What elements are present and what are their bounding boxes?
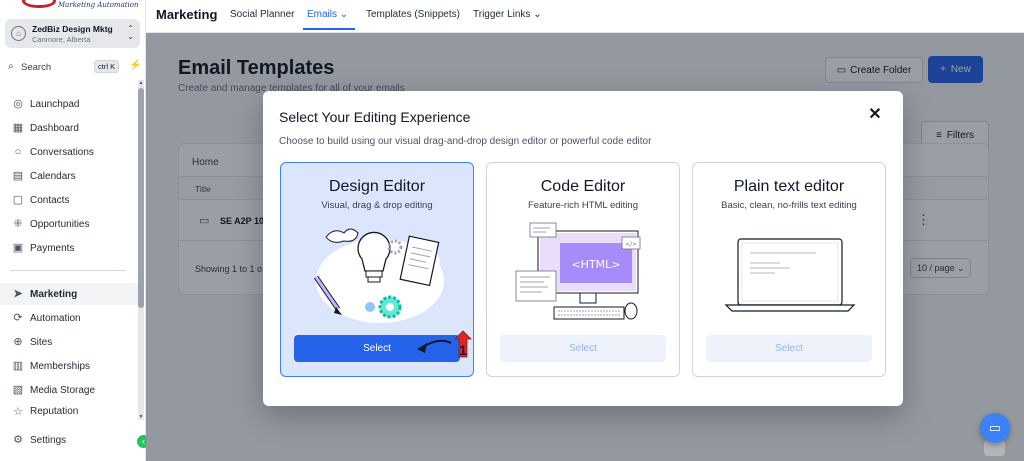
section-title: Marketing (156, 7, 218, 22)
step-annotation-arrow: 1 (417, 330, 472, 358)
sidebar-item-opportunities[interactable]: ⁜ Opportunities (0, 213, 138, 235)
tab-templates-snippets[interactable]: Templates (Snippets) (366, 9, 460, 20)
lightning-icon[interactable]: ⚡ (129, 60, 141, 71)
search-icon: ⌕ (8, 61, 14, 72)
sidebar-item-label: Calendars (30, 170, 76, 182)
chevron-updown-icon: ⌃ ⌄ (127, 24, 134, 41)
sidebar-item-label: Settings (30, 434, 67, 446)
memberships-icon: ▥ (12, 360, 24, 372)
sidebar-item-settings[interactable]: ⚙ Settings (0, 429, 138, 451)
sidebar-item-sites[interactable]: ⊕ Sites (0, 331, 138, 353)
scrollbar-thumb[interactable] (138, 88, 144, 308)
chevron-down-icon: ⌄ (339, 9, 349, 20)
svg-text:</>: </> (626, 241, 637, 248)
scroll-down-icon[interactable]: ▼ (138, 414, 144, 420)
chat-icon: ○ (14, 146, 22, 158)
sidebar-item-label: Memberships (30, 360, 91, 372)
rocket-icon: ◎ (13, 98, 23, 110)
sidebar-item-label: Conversations (30, 146, 94, 158)
search-shortcut-badge: ctrl K (94, 60, 120, 73)
brand-tagline: Marketing Automation (58, 1, 139, 9)
chevron-down-icon: ⌄ (533, 9, 542, 20)
sidebar-divider (10, 270, 126, 271)
code-editor-option[interactable]: Code Editor Feature-rich HTML editing <H… (486, 162, 680, 377)
payments-icon: ▣ (12, 242, 24, 254)
tab-emails-label: Emails (307, 9, 338, 20)
design-editor-illustration (313, 228, 444, 323)
code-editor-illustration: <HTML> </> (515, 222, 641, 320)
logo-swoosh-icon (22, 0, 56, 8)
sidebar-item-memberships[interactable]: ▥ Memberships (0, 355, 138, 377)
sidebar-item-label: Reputation (30, 406, 79, 417)
sites-icon: ⊕ (13, 336, 23, 348)
sidebar-item-label: Opportunities (30, 218, 90, 230)
sidebar-item-payments[interactable]: ▣ Payments (0, 237, 138, 259)
option-subtitle: Visual, drag & drop editing (321, 200, 433, 211)
sidebar-item-dashboard[interactable]: ▦ Dashboard (0, 117, 138, 139)
sidebar-item-contacts[interactable]: ▢ Contacts (0, 189, 138, 211)
sidebar-item-calendars[interactable]: ▤ Calendars (0, 165, 138, 187)
opportunities-icon: ⁜ (13, 218, 23, 230)
automation-icon: ⟳ (13, 312, 23, 324)
sidebar-item-label: Sites (30, 336, 53, 348)
modal-title: Select Your Editing Experience (279, 109, 471, 125)
sidebar-item-label: Marketing (30, 288, 78, 300)
tab-emails[interactable]: Emails ⌄ (307, 9, 348, 20)
top-nav: Marketing Social Planner Emails ⌄ Templa… (146, 0, 1024, 33)
sidebar-item-label: Automation (30, 312, 81, 324)
brand-logo: Marketing Automation (22, 0, 139, 12)
search-bar[interactable]: ⌕ Search ctrl K ⚡ (5, 59, 141, 75)
plain-text-editor-option[interactable]: Plain text editor Basic, clean, no-frill… (692, 162, 886, 377)
sidebar-item-conversations[interactable]: ○ Conversations (0, 141, 138, 163)
sidebar-item-marketing[interactable]: ➤ Marketing (0, 283, 138, 305)
search-placeholder: Search (21, 62, 52, 73)
modal-subtitle: Choose to build using our visual drag-an… (279, 136, 652, 147)
star-icon: ☆ (13, 406, 23, 418)
step-number: 1 (459, 342, 467, 358)
option-title: Design Editor (328, 178, 426, 195)
gear-icon: ⚙ (13, 434, 23, 446)
option-title: Code Editor (540, 178, 626, 195)
active-tab-indicator (303, 28, 355, 30)
plain-text-illustration (724, 238, 856, 312)
sidebar-scrollbar[interactable]: ▲ ▼ (138, 80, 144, 420)
chat-support-button[interactable]: ▭ (980, 413, 1010, 443)
code-editor-select-button[interactable]: Select (500, 335, 666, 362)
html-badge: <HTML> (571, 258, 620, 271)
option-subtitle: Basic, clean, no-frills text editing (721, 200, 857, 211)
sidebar-item-label: Media Storage (30, 384, 96, 396)
account-name: ZedBiz Design Mktg (32, 24, 113, 34)
scroll-up-icon[interactable]: ▲ (138, 80, 144, 86)
sidebar-item-automation[interactable]: ⟳ Automation (0, 307, 138, 329)
editor-select-modal: Select Your Editing Experience Choose to… (263, 91, 903, 406)
tab-trigger-links[interactable]: Trigger Links ⌄ (473, 9, 542, 20)
sidebar: Marketing Automation ⌂ ZedBiz Design Mkt… (0, 0, 146, 461)
media-icon: ▧ (12, 384, 24, 396)
tab-social-planner[interactable]: Social Planner (230, 9, 294, 20)
sidebar-item-label: Dashboard (30, 122, 79, 134)
contacts-icon: ▢ (12, 194, 24, 206)
account-switcher[interactable]: ⌂ ZedBiz Design Mktg Canmore, Alberta ⌃ ⌄ (5, 19, 140, 48)
option-subtitle: Feature-rich HTML editing (528, 200, 638, 211)
sidebar-item-launchpad[interactable]: ◎ Launchpad (0, 93, 138, 115)
plain-text-select-button[interactable]: Select (706, 335, 872, 362)
send-icon: ➤ (13, 288, 23, 300)
sidebar-item-label: Launchpad (30, 98, 80, 110)
calendar-icon: ▤ (12, 170, 24, 182)
option-title: Plain text editor (733, 178, 845, 195)
close-icon[interactable]: ✕ (867, 107, 883, 123)
account-location: Canmore, Alberta (32, 35, 91, 44)
grid-icon: ▦ (12, 122, 24, 134)
tab-trigger-links-label: Trigger Links (473, 9, 531, 20)
location-avatar-icon: ⌂ (11, 26, 26, 41)
sidebar-item-media-storage[interactable]: ▧ Media Storage (0, 379, 138, 401)
sidebar-item-label: Contacts (30, 194, 70, 206)
sidebar-item-label: Payments (30, 242, 75, 254)
sidebar-item-reputation[interactable]: ☆ Reputation (0, 402, 138, 418)
